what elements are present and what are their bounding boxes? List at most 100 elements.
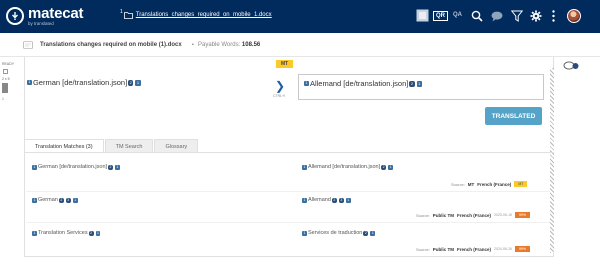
match-origin: Public TM [432,212,455,218]
top-navigation-bar: matecat by translated 1 Translations_cha… [0,0,600,33]
separator-bullet: • [192,42,194,48]
tab-glossary[interactable]: Glossary [154,139,199,153]
segment-status: READY [2,62,15,66]
qa-button[interactable]: QA [453,12,462,18]
tag-open: 1 [302,230,307,236]
matecat-logo[interactable]: matecat by translated [6,6,83,27]
payable-words-value: 108.56 [241,42,261,48]
file-icon [123,11,133,21]
tag-ph: 2 [363,230,369,236]
match-percent-badge: 99% [514,246,530,252]
match-date: 2024-06-26 [494,247,512,251]
tag-ph: 2 [58,197,64,203]
match-language: French (France) [457,246,492,252]
match-target-text: Services de traduction [307,230,363,236]
match-target-text: Allemand [307,197,331,203]
tab-tm-search[interactable]: TM Search [104,139,154,153]
logo-text: matecat [28,5,84,22]
tag-close: 1 [345,197,351,203]
tag-ph: 2 [108,164,113,170]
tag-close: 1 [115,164,120,170]
match-percent-badge: 99% [514,212,530,218]
tag-open: 1 [32,197,37,203]
match-origin: Public TM [432,246,455,252]
segment-status-bar [2,83,8,93]
match-meta: Source: Public TM French (France) 2020-0… [416,212,530,218]
comment-icon[interactable] [491,11,503,22]
match-source[interactable]: 1 German 2 3 1 [31,197,79,203]
logo-icon [6,7,24,26]
file-name[interactable]: Translations_changes_required_on_mobile_… [136,12,272,18]
qr-button[interactable]: QR [433,11,448,21]
match-language: French (France) [477,181,512,187]
copy-source-icon[interactable]: ❯ [275,79,285,93]
match-target-text: Allemand [de/translation.json] [307,164,381,170]
tag-open: 1 [302,164,307,170]
tag-open: 1 [32,230,37,236]
tag-open: 1 [27,80,32,85]
segment-scrollbar[interactable] [550,68,554,253]
filter-icon[interactable] [511,10,523,22]
segment-number: 2 x 5 [2,77,10,81]
avatar[interactable] [567,9,581,23]
file-link[interactable]: 1 Translations_changes_required_on_mobil… [120,9,272,21]
tag-ph: 2 [381,164,387,170]
document-icon [23,41,33,51]
match-source-text: German [37,197,58,203]
source-text: German [de/translation.json] [32,78,128,87]
tag-close: 1 [135,79,141,86]
match-meta: Source: Public TM French (France) 2024-0… [416,246,530,252]
match-divider [26,191,550,192]
tag-close: 1 [416,80,422,87]
tag-open: 1 [302,197,307,203]
target-segment[interactable]: 1 Allemand [de/translation.json] 2 1 [303,79,423,88]
tag-ph: 3 [338,197,344,203]
match-source-label: Source: [416,246,430,252]
mt-tag: MT [276,60,294,68]
tag-close: 1 [72,197,78,203]
match-source[interactable]: 1 Translation Services 2 1 [31,230,101,236]
more-icon[interactable] [552,10,555,22]
match-source-text: Translation Services [37,230,88,236]
doc-icon[interactable] [416,9,429,22]
match-source-text: German [de/translation.json] [37,164,108,170]
match-source-label: Source: [451,181,465,187]
file-count: 1 [120,9,123,15]
match-language: French (France) [457,212,492,218]
segment-checkbox[interactable] [3,69,8,74]
project-title: Translations changes required on mobile … [40,42,182,48]
match-percent-badge: MT [514,181,528,187]
project-header: Translations changes required on mobile … [0,33,600,57]
comment-bubble-icon[interactable] [563,61,579,73]
match-divider [26,222,550,223]
tab-translation-matches[interactable]: Translation Matches (3) [24,139,104,153]
tag-close: 1 [388,164,394,170]
tag-ph: 2 [128,79,134,86]
match-source[interactable]: 1 German [de/translation.json] 2 1 [31,164,121,170]
logo-subtitle: by translated [28,21,54,26]
source-segment[interactable]: 1 German [de/translation.json] 2 1 [26,78,142,87]
target-text: Allemand [de/translation.json] [309,79,409,88]
tag-close: 1 [95,230,101,236]
tag-close: 1 [370,230,376,236]
payable-words-label: Payable Words: [198,42,241,48]
tag-open: 1 [304,81,309,86]
match-target[interactable]: 1 Allemand 2 3 1 [301,197,352,203]
target-editor[interactable]: 1 Allemand [de/translation.json] 2 1 [298,74,544,100]
match-target[interactable]: 1 Services de traduction 2 1 [301,230,376,236]
gear-icon[interactable] [530,10,542,22]
tag-ph: 2 [331,197,337,203]
match-meta: Source: MT French (France) MT [451,181,528,187]
match-source-label: Source: [416,212,430,218]
match-date: 2020-06-15 [494,213,512,217]
tag-ph: 2 [88,230,94,236]
segment-sub-number: 1 [2,97,4,101]
search-icon[interactable] [471,10,483,22]
tag-open: 1 [32,164,37,170]
match-target[interactable]: 1 Allemand [de/translation.json] 2 1 [301,164,394,170]
translated-button[interactable]: TRANSLATED [485,107,542,125]
segment-gutter: READY 2 x 5 1 [0,57,24,272]
tag-ph: 3 [65,197,71,203]
tabs-divider [24,152,554,153]
tag-ph: 2 [409,80,415,87]
